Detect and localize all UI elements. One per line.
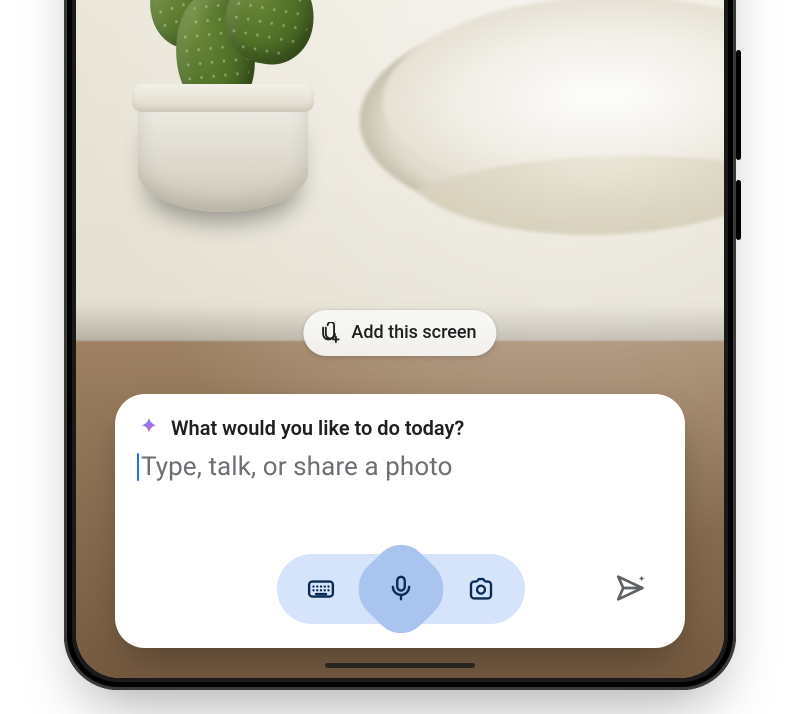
card-spacer (137, 484, 665, 546)
send-button[interactable] (603, 561, 659, 617)
assistant-input-placeholder: Type, talk, or share a photo (141, 452, 453, 482)
input-mode-group (277, 554, 525, 624)
phone-screen: Add this screen (76, 0, 724, 678)
send-sparkle-icon (614, 571, 648, 608)
assistant-input[interactable]: Type, talk, or share a photo (137, 450, 665, 484)
add-this-screen-chip[interactable]: Add this screen (303, 310, 496, 356)
attach-add-icon (319, 322, 341, 344)
prompt-title: What would you like to do today? (171, 416, 464, 440)
wallpaper-plant (138, 22, 308, 212)
text-cursor (137, 453, 139, 481)
assistant-toolbar (137, 546, 665, 632)
stage: Add this screen (0, 0, 800, 714)
gesture-bar[interactable] (325, 663, 475, 668)
camera-button[interactable] (443, 560, 519, 618)
microphone-icon (386, 573, 416, 606)
keyboard-icon (306, 574, 336, 604)
microphone-wrap (353, 541, 449, 637)
gemini-sparkle-icon (139, 416, 159, 440)
prompt-row: What would you like to do today? (137, 414, 665, 446)
keyboard-button[interactable] (283, 560, 359, 618)
plant-pot (138, 102, 308, 212)
microphone-button[interactable] (353, 541, 449, 637)
phone-frame: Add this screen (64, 0, 736, 690)
camera-icon (466, 574, 496, 604)
assistant-card: What would you like to do today? Type, t… (115, 394, 685, 648)
add-this-screen-label: Add this screen (351, 324, 476, 342)
